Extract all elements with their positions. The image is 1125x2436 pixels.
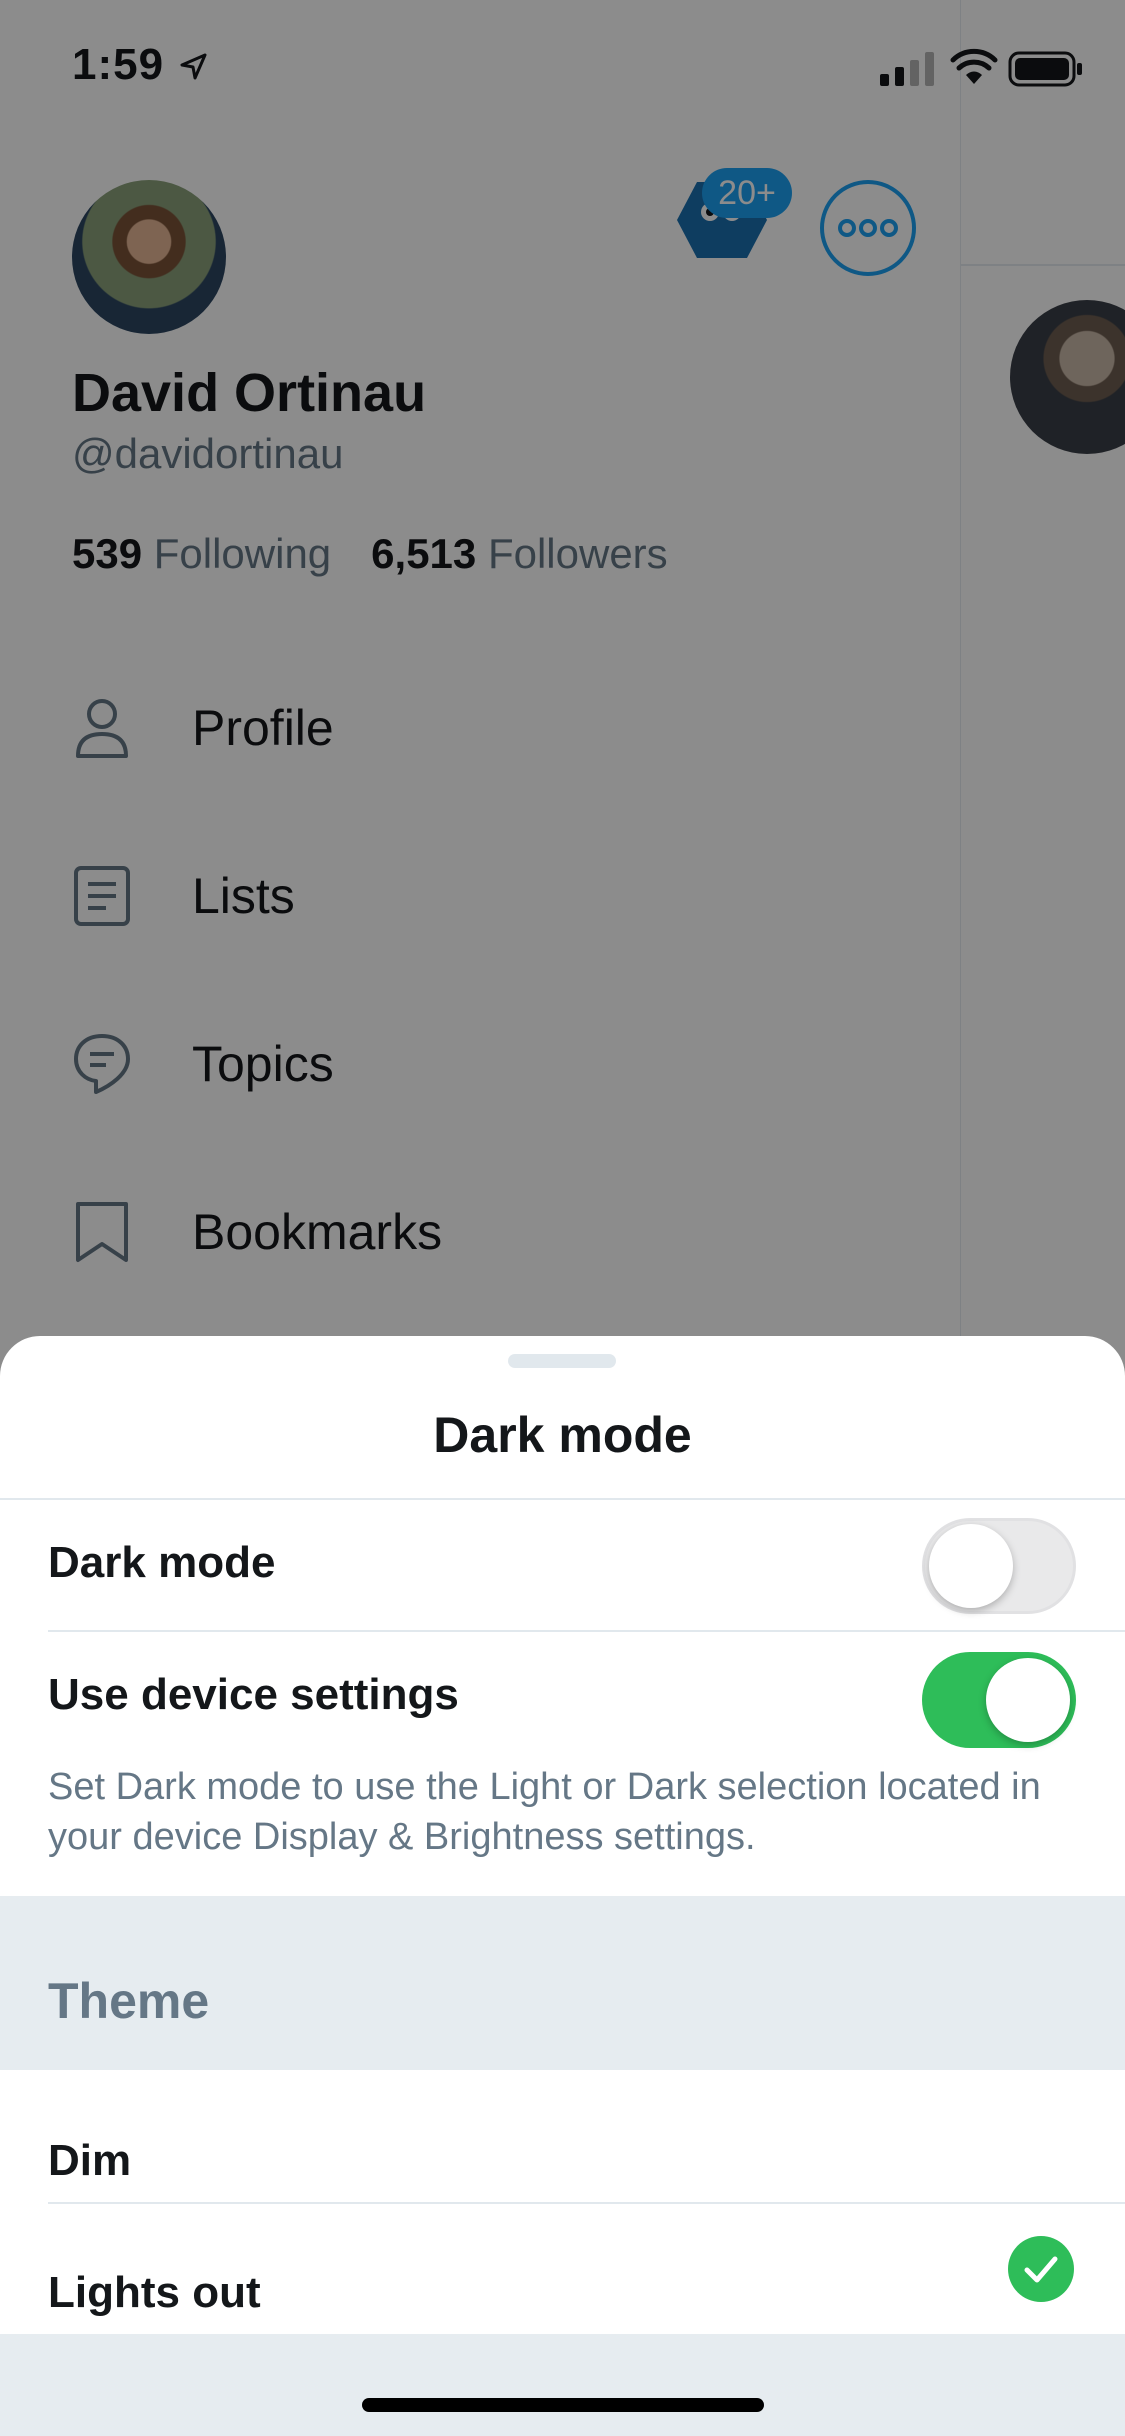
dark-mode-label: Dark mode	[48, 1538, 276, 1587]
sheet-footer	[0, 2334, 1125, 2436]
device-settings-label: Use device settings	[48, 1670, 459, 1719]
checkmark-icon	[1008, 2236, 1074, 2302]
dark-mode-sheet: Dark mode Dark mode Use device settings …	[0, 1336, 1125, 2436]
row-divider	[48, 2202, 1125, 2204]
sheet-title: Dark mode	[433, 1407, 692, 1463]
theme-option-label: Dim	[48, 2136, 132, 2185]
dark-mode-toggle[interactable]	[922, 1518, 1076, 1614]
theme-option-label: Lights out	[48, 2268, 261, 2317]
device-settings-toggle[interactable]	[922, 1652, 1076, 1748]
toggle-knob	[929, 1524, 1013, 1608]
toggle-knob	[986, 1658, 1070, 1742]
theme-heading: Theme	[48, 1973, 210, 2029]
title-divider	[0, 1498, 1125, 1500]
home-indicator[interactable]	[362, 2398, 764, 2412]
row-divider	[48, 1630, 1125, 1632]
sheet-grabber[interactable]	[508, 1354, 616, 1368]
device-settings-description: Set Dark mode to use the Light or Dark s…	[48, 1766, 1041, 1858]
